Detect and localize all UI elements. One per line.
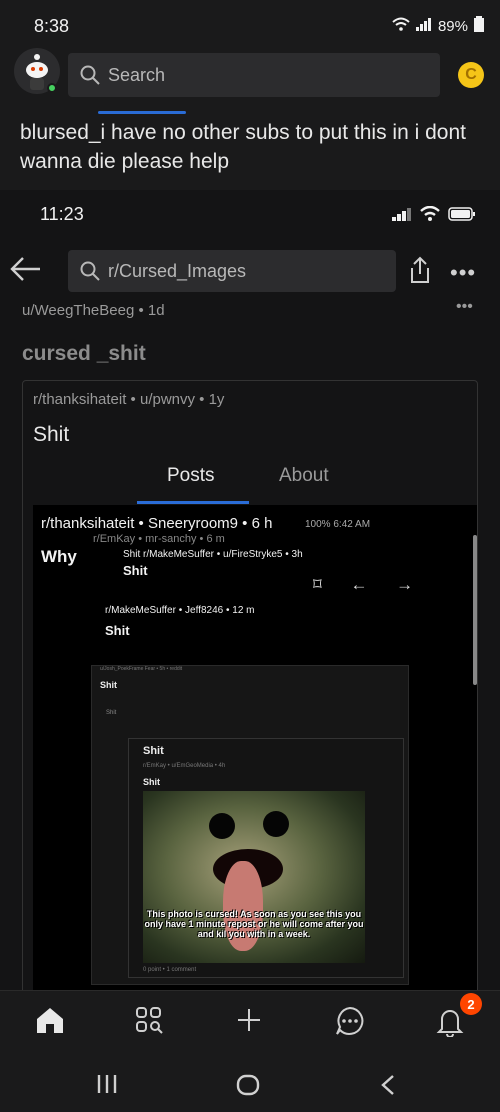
notification-badge: 2 — [460, 993, 482, 1015]
search-placeholder: Search — [108, 64, 166, 85]
nested-meta-1-sub: r/EmKay • mr-sanchy • 6 m — [93, 533, 225, 545]
deep-row: Shit — [106, 710, 117, 716]
inner-status-time: 11:23 — [40, 204, 84, 224]
subreddit-search-bar[interactable]: r/Cursed_Images — [68, 250, 396, 292]
online-indicator — [47, 83, 57, 93]
tab-indicator — [98, 111, 186, 114]
back-arrow-icon[interactable] — [10, 256, 42, 290]
coin-icon[interactable]: C — [458, 62, 484, 88]
inner-post-title: cursed _shit — [22, 342, 146, 365]
nested-status: 100% 6:42 AM — [305, 519, 371, 530]
deep-card-footer: 0 point • 1 comment — [143, 967, 197, 973]
deep-card: Shit r/EmKay • u/EmGeoMedia • 4h Shit Th… — [128, 738, 404, 978]
deep-nested-screenshot: u/Josh_PoekFrame Fear • 5h • reddit Shit… — [91, 665, 409, 985]
post-title: blursed_i have no other subs to put this… — [20, 121, 466, 173]
cursed-photo: This photo is cursed! As soon as you see… — [143, 791, 365, 963]
crosspost-card[interactable]: r/thanksihateit • u/pwnvy • 1y Shit Post… — [22, 380, 478, 990]
photo-eye-right — [263, 811, 289, 837]
search-icon — [80, 65, 100, 85]
system-nav — [0, 1052, 500, 1112]
post-meta: u/WeegTheBeeg • 1d — [22, 302, 165, 319]
avatar[interactable] — [14, 48, 60, 94]
inner-status-icons — [392, 206, 476, 221]
wifi-icon — [420, 206, 440, 221]
nested-title-3: Shit — [105, 623, 130, 638]
share-icon[interactable] — [404, 254, 436, 291]
embedded-screenshot: 11:23 r/Cursed_Images ••• u/WeegTheBeeg … — [0, 190, 500, 990]
back-button-icon[interactable] — [380, 1074, 396, 1101]
nested-screenshot: r/thanksihateit • Sneeryroom9 • 6 h r/Em… — [33, 505, 477, 990]
more-options-icon[interactable]: ••• — [450, 260, 476, 286]
home-button-icon[interactable] — [236, 1074, 260, 1101]
deep-card-meta: r/EmKay • u/EmGeoMedia • 4h — [143, 763, 226, 769]
signal-icon — [415, 17, 432, 35]
tab-posts[interactable]: Posts — [167, 465, 215, 487]
photo-eye-left — [209, 813, 235, 839]
battery-percent: 89% — [437, 17, 468, 35]
tab-underline — [137, 501, 249, 504]
search-bar[interactable]: Search — [68, 53, 440, 97]
nested-scrollbar — [473, 535, 477, 685]
deep-card-title-2: Shit — [143, 777, 160, 787]
deep-card-title: Shit — [143, 745, 164, 757]
tab-about[interactable]: About — [279, 465, 329, 487]
status-time: 8:38 — [34, 16, 70, 36]
chat-icon[interactable] — [334, 1005, 366, 1042]
communities-icon[interactable] — [134, 1005, 164, 1040]
photo-caption: This photo is cursed! As soon as you see… — [144, 909, 364, 939]
battery-icon — [448, 206, 475, 221]
search-icon — [80, 261, 100, 281]
bottom-nav: 2 — [0, 990, 500, 1050]
post-more-icon[interactable]: ••• — [456, 298, 473, 316]
crosspost-title: Shit — [33, 423, 70, 446]
nested-meta-2: Shit r/MakeMeSuffer • u/FireStryke5 • 3h — [123, 549, 303, 560]
signal-icon — [392, 207, 411, 221]
deep-title: Shit — [100, 680, 117, 690]
nested-toolbar-icons: ⌑ ← → — [313, 575, 426, 594]
recent-apps-icon[interactable] — [96, 1074, 118, 1099]
nested-title-2: Shit — [123, 563, 148, 578]
nested-meta-1: r/thanksihateit • Sneeryroom9 • 6 h — [41, 515, 273, 532]
nested-meta-3: r/MakeMeSuffer • Jeff8246 • 12 m — [105, 605, 255, 616]
subreddit-search-text: r/Cursed_Images — [108, 260, 247, 281]
create-post-icon[interactable] — [234, 1005, 264, 1040]
nested-title-why: Why — [41, 547, 77, 566]
deep-header: u/Josh_PoekFrame Fear • 5h • reddit — [100, 666, 183, 672]
status-icons: 89% — [392, 16, 484, 36]
home-icon[interactable] — [34, 1005, 66, 1040]
crosspost-meta: r/thanksihateit • u/pwnvy • 1y — [33, 391, 225, 408]
wifi-icon — [392, 17, 410, 35]
battery-icon — [474, 16, 484, 36]
